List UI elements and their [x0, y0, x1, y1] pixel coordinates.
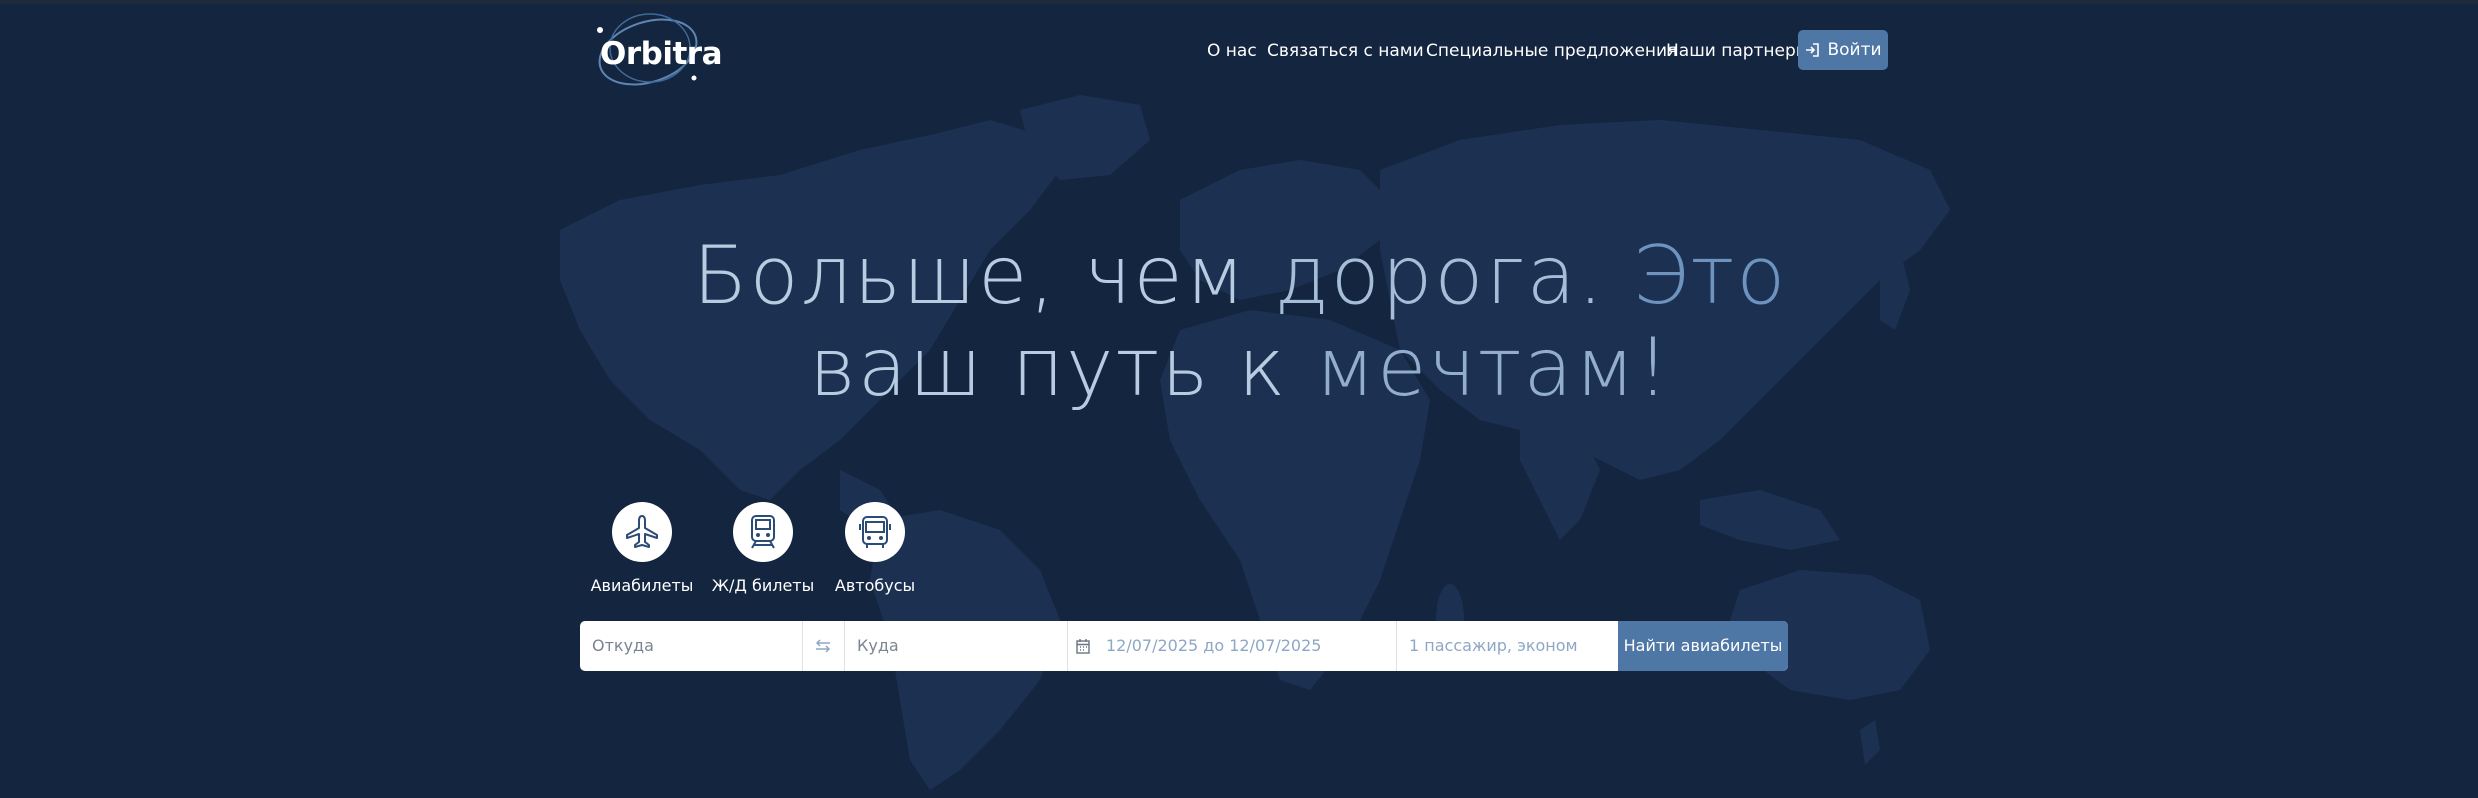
from-input[interactable]: Откуда: [580, 621, 802, 671]
hero-headline-line2: ваш путь к мечтам!: [560, 322, 1920, 414]
mode-buses-label: Автобусы: [834, 576, 916, 595]
swap-arrows-icon: [815, 639, 831, 653]
swap-button[interactable]: [802, 621, 844, 671]
login-icon: [1806, 43, 1820, 57]
nav-about[interactable]: О нас: [1207, 38, 1257, 64]
hero-headline-line1: Больше, чем дорога. Это: [560, 230, 1920, 322]
login-button[interactable]: Войти: [1798, 30, 1888, 70]
train-icon: [751, 515, 775, 549]
bus-icon: [859, 516, 891, 548]
calendar-icon: [1076, 639, 1090, 654]
find-flights-button[interactable]: Найти авиабилеты: [1618, 621, 1788, 671]
nav-contact[interactable]: Связаться с нами: [1267, 38, 1424, 64]
divider: [1067, 621, 1068, 671]
to-input[interactable]: Куда: [845, 621, 1067, 671]
hero-line2-part2: мечтам!: [1314, 321, 1671, 414]
dates-input[interactable]: 12/07/2025 до 12/07/2025: [1096, 621, 1396, 671]
top-navigation: О нас Связаться с нами Специальные предл…: [0, 38, 2478, 64]
hero-line1-part3: Это: [1632, 229, 1788, 322]
hero-line1-part1: Больше, чем: [692, 229, 1275, 322]
nav-partners[interactable]: Наши партнеры: [1666, 38, 1809, 64]
airplane-icon: [626, 515, 658, 548]
passengers-input[interactable]: 1 пассажир, эконом: [1397, 621, 1617, 671]
hero-line1-part2: дорога.: [1274, 229, 1633, 322]
mode-buses[interactable]: Автобусы: [800, 502, 950, 595]
hero-line2-part1: ваш путь к: [809, 321, 1315, 414]
login-label: Войти: [1827, 40, 1882, 60]
search-form: Откуда Куда 12/07/2025 до 12/07/2025 1 п…: [580, 621, 1788, 671]
nav-special-offers[interactable]: Специальные предложения: [1426, 38, 1677, 64]
